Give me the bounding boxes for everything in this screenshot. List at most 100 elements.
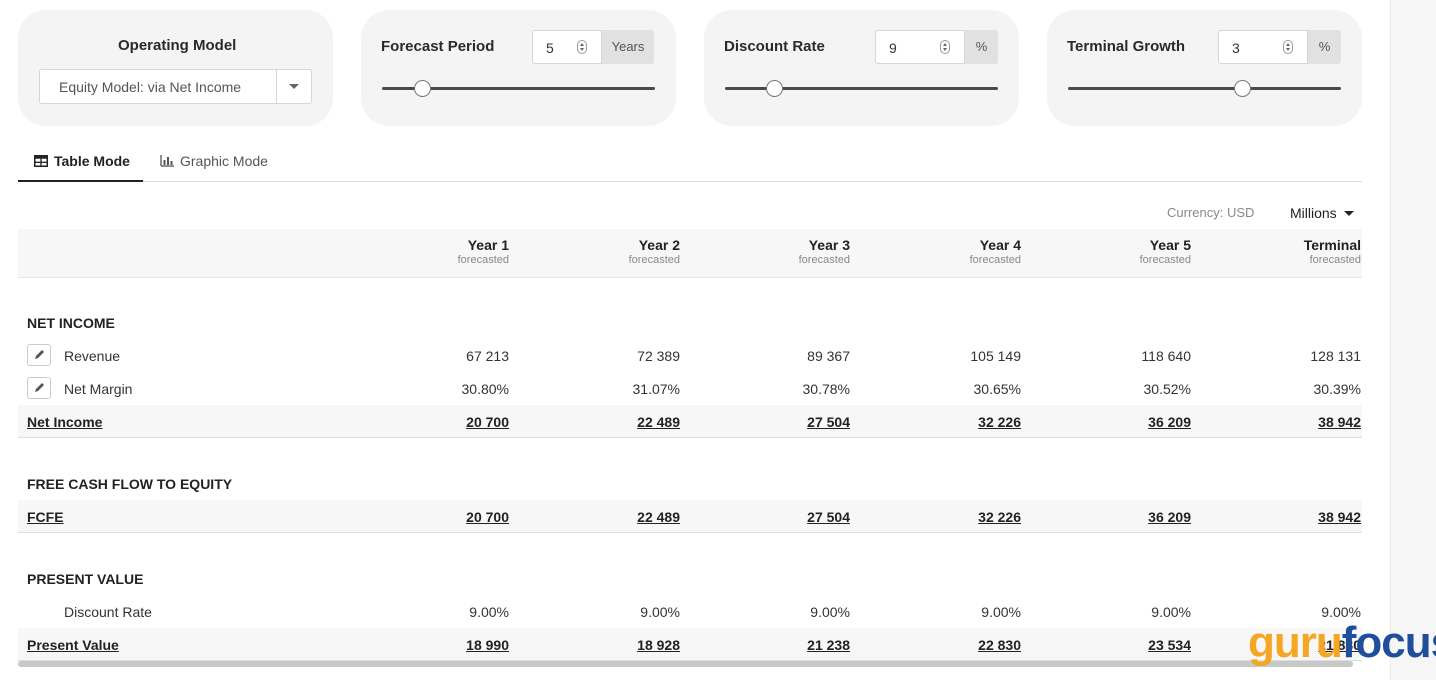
column-header: Year 1 forecasted [349, 237, 509, 266]
logo-part-focus: focus [1341, 618, 1436, 667]
table-cell: 20 700 [466, 414, 509, 430]
column-header: Year 3 forecasted [690, 237, 850, 266]
terminal-growth-slider-thumb[interactable] [1234, 80, 1252, 97]
operating-model-title: Operating Model [118, 37, 237, 54]
table-cell: 9.00% [810, 604, 850, 620]
table-row-net-income-total: Net Income 20 700 22 489 27 504 32 226 3… [18, 405, 1362, 438]
column-sublabel: forecasted [628, 254, 680, 266]
table-cell: 21 238 [807, 637, 850, 653]
table-cell: 31.07% [632, 381, 680, 397]
horizontal-scrollbar[interactable] [18, 661, 1353, 667]
column-label: Year 5 [1149, 237, 1191, 253]
tab-table-mode[interactable]: Table Mode [18, 143, 143, 182]
pencil-icon [35, 383, 44, 392]
table-cell: 30.80% [461, 381, 509, 397]
table-cell: 30.52% [1143, 381, 1191, 397]
table-row-fcfe-total: FCFE 20 700 22 489 27 504 32 226 36 209 … [18, 500, 1362, 533]
row-label: Present Value [27, 637, 119, 653]
chevron-down-icon [289, 84, 299, 89]
operating-model-select[interactable]: Equity Model: via Net Income [39, 69, 312, 104]
spinner-icon[interactable] [940, 40, 950, 54]
table-cell: 9.00% [640, 604, 680, 620]
table-cell: 30.65% [973, 381, 1021, 397]
column-label: Year 1 [467, 237, 509, 253]
operating-model-value: Equity Model: via Net Income [59, 79, 242, 95]
table-row-present-value-total: Present Value 18 990 18 928 21 238 22 83… [18, 628, 1362, 661]
terminal-growth-input[interactable]: 3 [1218, 30, 1308, 64]
discount-rate-unit: % [965, 30, 998, 64]
table-cell: 20 700 [466, 509, 509, 525]
column-header: Year 4 forecasted [861, 237, 1021, 266]
column-header: Year 5 forecasted [1031, 237, 1191, 266]
column-label: Year 2 [638, 237, 680, 253]
dropdown-toggle[interactable] [276, 70, 311, 103]
table-header: Year 1 forecasted Year 2 forecasted Year 3… [18, 229, 1362, 278]
section-title-net-income: NET INCOME [27, 315, 115, 331]
column-label: Year 4 [979, 237, 1021, 253]
forecast-period-unit: Years [602, 30, 654, 64]
units-select-value: Millions [1290, 205, 1337, 221]
table-cell: 38 942 [1318, 414, 1361, 430]
column-sublabel: forecasted [1309, 254, 1361, 266]
currency-label: Currency: USD [1167, 205, 1255, 220]
table-cell: 22 830 [978, 637, 1021, 653]
chevron-down-icon [1343, 211, 1354, 216]
mode-tabs: Table Mode Graphic Mode [18, 143, 1362, 182]
bar-chart-icon [160, 144, 174, 180]
column-sublabel: forecasted [798, 254, 850, 266]
column-header: Terminal forecasted [1201, 237, 1361, 266]
table-row-discount-rate: Discount Rate 9.00% 9.00% 9.00% 9.00% 9.… [18, 595, 1362, 628]
table-cell: 32 226 [978, 509, 1021, 525]
table-cell: 36 209 [1148, 509, 1191, 525]
forecast-period-card: Forecast Period 5 Years [361, 10, 676, 126]
forecast-period-value: 5 [546, 40, 554, 56]
table-cell: 22 489 [637, 509, 680, 525]
column-header: Year 2 forecasted [520, 237, 680, 266]
terminal-growth-title: Terminal Growth [1067, 38, 1186, 55]
column-sublabel: forecasted [969, 254, 1021, 266]
column-label: Year 3 [808, 237, 850, 253]
units-select[interactable]: Millions [1290, 205, 1354, 221]
table-cell: 36 209 [1148, 414, 1191, 430]
discount-rate-slider-thumb[interactable] [765, 80, 783, 97]
right-gutter [1390, 0, 1436, 680]
spinner-icon[interactable] [1283, 40, 1293, 54]
row-label: Discount Rate [64, 604, 152, 620]
table-row-net-margin: Net Margin 30.80% 31.07% 30.78% 30.65% 3… [18, 372, 1362, 405]
tab-table-mode-label: Table Mode [54, 153, 130, 169]
gurufocus-watermark-logo: gurufocus [1248, 618, 1436, 668]
terminal-growth-value: 3 [1232, 40, 1240, 56]
edit-net-margin-button[interactable] [27, 377, 51, 399]
table-cell: 30.39% [1313, 381, 1361, 397]
table-cell: 18 928 [637, 637, 680, 653]
table-cell: 22 489 [637, 414, 680, 430]
forecast-period-input[interactable]: 5 [532, 30, 602, 64]
table-cell: 118 640 [1141, 348, 1191, 364]
row-label: FCFE [27, 509, 64, 525]
discount-rate-input[interactable]: 9 [875, 30, 965, 64]
table-row-revenue: Revenue 67 213 72 389 89 367 105 149 118… [18, 339, 1362, 372]
edit-revenue-button[interactable] [27, 344, 51, 366]
table-cell: 105 149 [970, 348, 1021, 364]
column-sublabel: forecasted [1139, 254, 1191, 266]
terminal-growth-unit: % [1308, 30, 1341, 64]
discount-rate-value: 9 [889, 40, 897, 56]
tab-graphic-mode[interactable]: Graphic Mode [160, 143, 290, 182]
logo-part-guru: guru [1248, 618, 1343, 667]
spinner-icon[interactable] [577, 40, 587, 54]
table-icon [34, 144, 48, 180]
terminal-growth-card: Terminal Growth 3 % [1047, 10, 1362, 126]
table-cell: 9.00% [1151, 604, 1191, 620]
row-label: Net Income [27, 414, 103, 430]
row-label: Net Margin [64, 381, 133, 397]
table-cell: 9.00% [981, 604, 1021, 620]
table-cell: 32 226 [978, 414, 1021, 430]
table-cell: 38 942 [1318, 509, 1361, 525]
table-cell: 89 367 [807, 348, 850, 364]
forecast-period-slider-thumb[interactable] [414, 80, 432, 97]
table-cell: 27 504 [807, 509, 850, 525]
discount-rate-card: Discount Rate 9 % [704, 10, 1019, 126]
terminal-growth-slider-track[interactable] [1068, 87, 1341, 90]
section-title-fcfe: FREE CASH FLOW TO EQUITY [27, 476, 233, 492]
table-cell: 18 990 [466, 637, 509, 653]
